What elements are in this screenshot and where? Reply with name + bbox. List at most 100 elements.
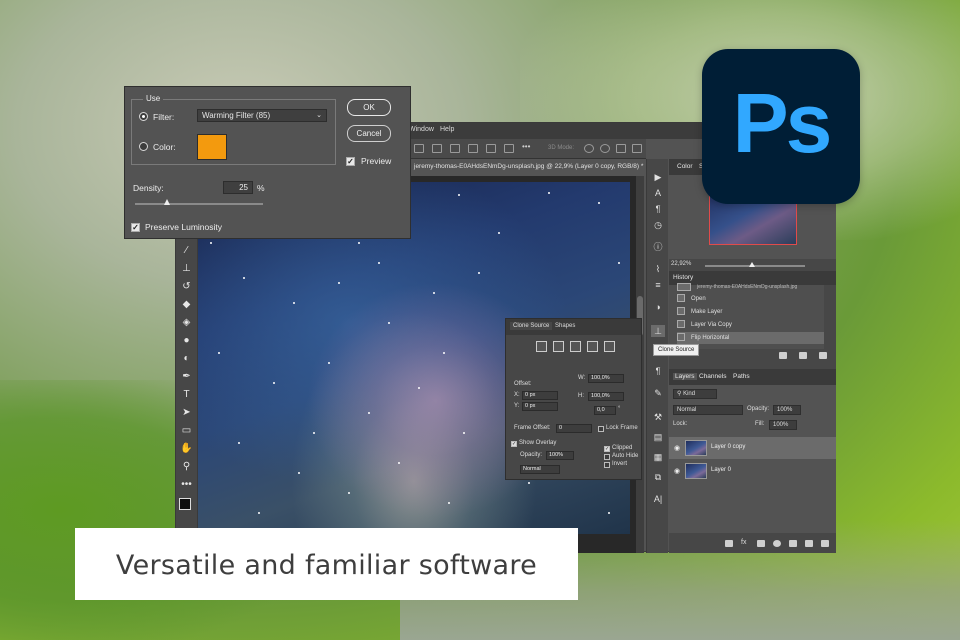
navigator-zoom-slider[interactable]	[705, 262, 805, 267]
navigator-zoom[interactable]: 22,92%	[671, 261, 691, 267]
offset-x-field[interactable]: 0 px	[522, 391, 558, 400]
tab-channels[interactable]: Channels	[699, 373, 726, 380]
paint-bucket-icon[interactable]: ◈	[180, 316, 193, 329]
frame-offset-field[interactable]: 0	[556, 424, 592, 433]
filter-select[interactable]: Warming Filter (85) ⌄	[197, 109, 327, 122]
pen-tool-icon[interactable]: ✒	[180, 370, 193, 383]
layer-row[interactable]: ◉ Layer 0	[669, 460, 836, 482]
new-layer-icon[interactable]	[805, 540, 813, 547]
adjustments-icon[interactable]: ◑	[651, 301, 665, 313]
eye-icon[interactable]: ◉	[674, 444, 680, 452]
rectangle-tool-icon[interactable]: ▭	[180, 424, 193, 437]
overlay-blend-select[interactable]: Normal	[520, 465, 560, 474]
align-center-icon[interactable]	[432, 144, 442, 153]
cancel-button[interactable]: Cancel	[347, 125, 391, 142]
clone-source-5-icon[interactable]	[604, 341, 615, 352]
brushes-icon[interactable]: ✎	[651, 387, 665, 399]
brush-settings-icon[interactable]: ⌇	[651, 263, 665, 275]
glyphs-icon[interactable]: ¶	[651, 203, 665, 215]
history-snapshot[interactable]: jeremy-thomas-E0AHdsENmDg-unsplash.jpg	[677, 281, 824, 293]
pan-3d-icon[interactable]	[616, 144, 626, 153]
align-middle-icon[interactable]	[486, 144, 496, 153]
styles-icon[interactable]: ⧉	[651, 471, 665, 483]
character-icon[interactable]: A	[651, 187, 665, 199]
adjustment-layer-icon[interactable]	[773, 540, 781, 547]
eye-icon[interactable]: ◉	[674, 467, 680, 475]
history-panel-icon[interactable]: ◷	[651, 219, 665, 231]
tab-layers[interactable]: Layers	[673, 373, 697, 380]
ok-button[interactable]: OK	[347, 99, 391, 116]
path-selection-icon[interactable]: ➤	[180, 406, 193, 419]
slider-knob[interactable]	[749, 262, 755, 267]
menu-help[interactable]: Help	[440, 126, 454, 133]
history-item[interactable]: Layer Via Copy	[677, 319, 824, 331]
folder-icon[interactable]	[789, 540, 797, 547]
document-tab[interactable]: jeremy-thomas-E0AHdsENmDg-unsplash.jpg @…	[408, 159, 660, 176]
orbit-icon[interactable]	[584, 144, 594, 153]
clone-source-3-icon[interactable]	[570, 341, 581, 352]
preview-checkbox[interactable]: ✓	[346, 157, 355, 166]
clipped-checkbox[interactable]: ✓	[604, 446, 610, 452]
type-panel-icon[interactable]: A|	[651, 493, 665, 505]
clone-source-icon[interactable]: ⊥	[651, 325, 665, 337]
clone-source-1-icon[interactable]	[536, 341, 547, 352]
dodge-tool-icon[interactable]: ◐	[180, 352, 193, 365]
overlay-opacity-field[interactable]: 100%	[546, 451, 574, 460]
opacity-field[interactable]: 100%	[773, 405, 801, 415]
invert-checkbox[interactable]	[604, 462, 610, 468]
color-radio[interactable]	[139, 142, 148, 151]
density-slider[interactable]	[135, 199, 263, 205]
hand-tool-icon[interactable]: ✋	[180, 442, 193, 455]
info-icon[interactable]: ⓘ	[651, 241, 665, 253]
history-item[interactable]: Make Layer	[677, 306, 824, 318]
more-icon[interactable]: •••	[522, 142, 532, 151]
align-left-icon[interactable]	[414, 144, 424, 153]
kind-filter[interactable]: ⚲ Kind	[673, 389, 717, 399]
roll-icon[interactable]	[600, 144, 610, 153]
fx-icon[interactable]: fx	[741, 539, 749, 546]
tool-presets-icon[interactable]: ⚒	[651, 411, 665, 423]
filter-radio[interactable]	[139, 112, 148, 121]
mask-icon[interactable]	[757, 540, 765, 547]
new-document-icon[interactable]	[779, 352, 787, 359]
align-bottom-icon[interactable]	[504, 144, 514, 153]
blur-tool-icon[interactable]: ●	[180, 334, 193, 347]
trash-icon[interactable]	[819, 352, 827, 359]
clone-stamp-icon[interactable]: ⊥	[180, 262, 193, 275]
history-brush-icon[interactable]: ↺	[180, 280, 193, 293]
tab-shapes[interactable]: Shapes	[552, 322, 578, 330]
libraries-icon[interactable]: ▤	[651, 431, 665, 443]
align-right-icon[interactable]	[450, 144, 460, 153]
tab-paths[interactable]: Paths	[733, 373, 750, 380]
zoom-tool-icon[interactable]: ⚲	[180, 460, 193, 473]
camera-icon[interactable]	[799, 352, 807, 359]
type-tool-icon[interactable]: T	[180, 388, 193, 401]
density-field[interactable]: 25	[223, 181, 253, 194]
height-scale-field[interactable]: 100,0%	[588, 392, 624, 401]
play-icon[interactable]: ▶	[651, 171, 665, 183]
eraser-tool-icon[interactable]: ◆	[180, 298, 193, 311]
trash-icon[interactable]	[821, 540, 829, 547]
fill-field[interactable]: 100%	[769, 420, 797, 430]
paragraph-icon[interactable]: ¶	[651, 365, 665, 377]
auto-hide-checkbox[interactable]	[604, 454, 610, 460]
timeline-icon[interactable]: ▦	[651, 451, 665, 463]
tab-history[interactable]: History	[673, 274, 693, 281]
offset-y-field[interactable]: 0 px	[522, 402, 558, 411]
history-item[interactable]: Flip Horizontal	[677, 332, 824, 344]
history-item[interactable]: Open	[677, 293, 824, 305]
slider-knob[interactable]	[164, 199, 170, 205]
tab-clone-source[interactable]: Clone Source	[510, 322, 553, 330]
align-top-icon[interactable]	[468, 144, 478, 153]
blend-mode-select[interactable]: Normal	[673, 405, 743, 415]
link-icon[interactable]	[725, 540, 733, 547]
width-scale-field[interactable]: 100,0%	[588, 374, 624, 383]
clone-source-2-icon[interactable]	[553, 341, 564, 352]
more-tools-icon[interactable]: •••	[180, 478, 193, 491]
lock-frame-checkbox[interactable]	[598, 426, 604, 432]
tab-color[interactable]: Color	[677, 163, 693, 170]
menu-window[interactable]: Window	[409, 126, 434, 133]
color-swatch[interactable]	[197, 134, 227, 160]
slide-3d-icon[interactable]	[632, 144, 642, 153]
properties-icon[interactable]: ≡	[651, 279, 665, 291]
